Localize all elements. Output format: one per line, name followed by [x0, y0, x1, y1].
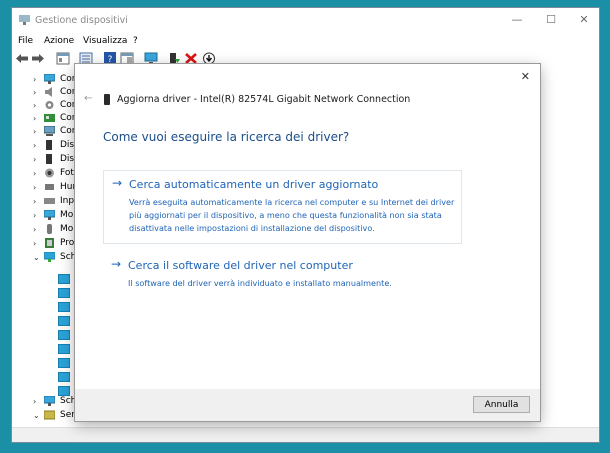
chevron-right-icon[interactable]: › [33, 88, 36, 97]
network-adapter-icon[interactable] [58, 288, 70, 298]
menu-bar: File Azione Visualizza ? [12, 35, 599, 49]
tree-item[interactable]: › Hum [12, 181, 81, 194]
status-bar [12, 427, 599, 442]
menu-file[interactable]: File [18, 36, 33, 46]
search-automatically-option[interactable]: → Cerca automaticamente un driver aggior… [103, 170, 462, 244]
device-icon [46, 140, 52, 150]
chevron-right-icon[interactable]: › [33, 101, 36, 110]
tree-item[interactable]: › Inpu [12, 195, 80, 208]
tree-item-label: Mo [60, 210, 74, 220]
tree-item[interactable]: › Con [12, 125, 78, 138]
option-title[interactable]: Cerca automaticamente un driver aggiorna… [129, 178, 378, 191]
network-device-icon [104, 94, 110, 105]
chevron-right-icon[interactable]: › [33, 211, 36, 220]
speaker-icon [45, 87, 52, 97]
display-adapter-icon [44, 396, 55, 406]
tree-item[interactable]: › Disp [12, 153, 80, 166]
sensor-icon [44, 410, 55, 420]
monitor-icon [44, 74, 55, 84]
network-adapter-icon[interactable] [58, 358, 70, 368]
monitor-icon [44, 210, 55, 220]
tree-item[interactable]: › Pro [12, 237, 76, 250]
chevron-right-icon[interactable]: › [33, 183, 36, 192]
device-manager-icon [19, 15, 30, 25]
option-description: Verrà eseguita automaticamente la ricerc… [129, 197, 455, 233]
dialog-header: Aggiorna driver - Intel(R) 82574L Gigabi… [117, 94, 411, 105]
hid-icon [45, 184, 54, 190]
gear-icon [45, 101, 54, 109]
network-adapter-icon[interactable] [58, 316, 70, 326]
tree-item[interactable]: › Con [12, 86, 78, 99]
minimize-button[interactable]: — [500, 8, 534, 34]
arrow-right-icon: → [111, 257, 122, 271]
tree-item-label: Mo [60, 224, 74, 234]
chevron-right-icon[interactable]: › [33, 114, 36, 123]
arrow-right-icon: → [112, 176, 123, 190]
tree-item[interactable]: › Con [12, 99, 78, 112]
menu-azione[interactable]: Azione [44, 36, 74, 46]
close-button[interactable]: ✕ [567, 8, 599, 34]
chevron-right-icon[interactable]: › [33, 169, 36, 178]
browse-computer-option[interactable]: → Cerca il software del driver nel compu… [103, 252, 462, 292]
tree-item-label: Sch [60, 396, 77, 406]
device-tree: › Con › Con › Con › Con › Con › Disp › D… [12, 69, 81, 430]
network-adapter-icon[interactable] [58, 330, 70, 340]
dialog-close-button[interactable]: ✕ [521, 70, 530, 83]
window-title: Gestione dispositivi [35, 15, 128, 26]
chevron-right-icon[interactable]: › [33, 397, 36, 406]
title-bar: Gestione dispositivi — ☐ ✕ [12, 8, 599, 34]
network-adapter-icon[interactable] [58, 302, 70, 312]
menu-visualizza[interactable]: Visualizza [83, 36, 127, 46]
back-arrow-icon[interactable]: ← [84, 93, 92, 104]
option-title[interactable]: Cerca il software del driver nel compute… [128, 259, 353, 272]
tree-item-label: Pro [60, 238, 75, 248]
network-adapter-icon[interactable] [58, 274, 70, 284]
chevron-down-icon[interactable]: ⌄ [33, 411, 40, 420]
keyboard-icon [44, 198, 55, 204]
processor-icon [45, 238, 54, 248]
tree-item-sensors[interactable]: ⌄ Sen [12, 409, 77, 422]
network-adapter-icon[interactable] [58, 372, 70, 382]
tree-item[interactable]: › Con [12, 73, 78, 86]
chevron-right-icon[interactable]: › [33, 155, 36, 164]
dialog-footer: Annulla [75, 389, 540, 421]
tree-item[interactable]: › Mo [12, 209, 76, 222]
tree-item-network-adapters[interactable]: ⌄ Sch [12, 251, 76, 264]
option-description: Il software del driver verrà individuato… [128, 278, 392, 288]
dialog-question: Come vuoi eseguire la ricerca dei driver… [103, 130, 350, 144]
properties-icon[interactable] [56, 52, 70, 65]
back-arrow-icon[interactable] [15, 52, 29, 65]
chevron-right-icon[interactable]: › [33, 141, 36, 150]
tree-item[interactable]: › Mo [12, 223, 76, 236]
chevron-right-icon[interactable]: › [33, 225, 36, 234]
computer-icon [44, 126, 55, 136]
chevron-down-icon[interactable]: ⌄ [33, 253, 40, 262]
cancel-button[interactable]: Annulla [473, 396, 530, 413]
tree-item[interactable]: › Foto [12, 167, 79, 180]
tree-item[interactable]: › Con [12, 112, 78, 125]
device-icon [46, 154, 52, 164]
tree-item-display-adapters[interactable]: › Sch [12, 395, 76, 408]
chevron-right-icon[interactable]: › [33, 127, 36, 136]
mouse-icon [47, 224, 52, 234]
camera-icon [45, 168, 54, 178]
network-adapter-icon[interactable] [58, 344, 70, 354]
forward-arrow-icon[interactable] [31, 52, 45, 65]
menu-help[interactable]: ? [133, 36, 138, 46]
chevron-right-icon[interactable]: › [33, 75, 36, 84]
tree-item-label: Sch [60, 252, 77, 262]
tree-item[interactable]: › Disp [12, 139, 80, 152]
chevron-right-icon[interactable]: › [33, 239, 36, 248]
maximize-button[interactable]: ☐ [534, 8, 568, 34]
chevron-right-icon[interactable]: › [33, 197, 36, 206]
update-driver-dialog: ✕ ← Aggiorna driver - Intel(R) 82574L Gi… [75, 64, 540, 421]
network-icon [44, 252, 55, 262]
board-icon [44, 114, 55, 122]
